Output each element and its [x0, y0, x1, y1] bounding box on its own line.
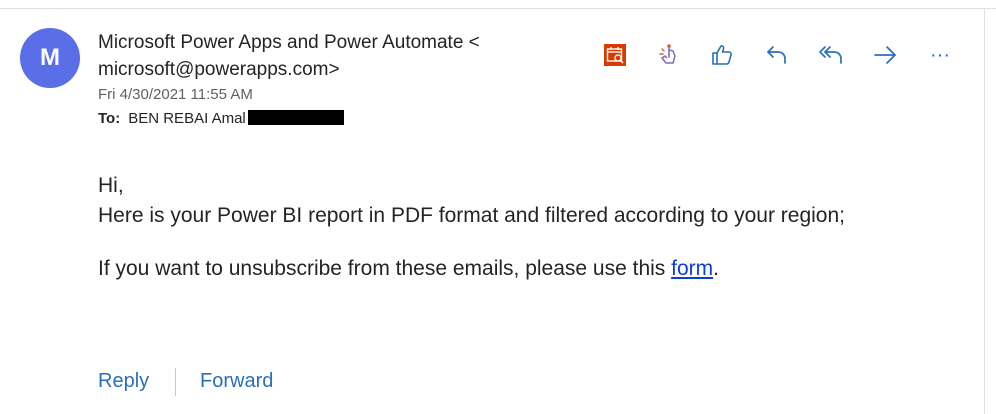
recipient-name[interactable]: BEN REBAI Amal: [128, 110, 246, 127]
recipient-row: To: BEN REBAI Amal: [98, 110, 344, 127]
body-line-report: Here is your Power BI report in PDF form…: [98, 204, 845, 227]
unsubscribe-text: If you want to unsubscribe from these em…: [98, 257, 672, 280]
sender-name[interactable]: Microsoft Power Apps and Power Automate …: [98, 29, 568, 83]
form-link[interactable]: form: [671, 257, 713, 280]
body-greeting: Hi,: [98, 174, 124, 197]
reply-all-icon[interactable]: [817, 40, 845, 70]
like-icon[interactable]: [708, 40, 736, 70]
frame-right-border: [984, 8, 985, 414]
message-date: Fri 4/30/2021 11:55 AM: [98, 86, 253, 103]
forward-icon[interactable]: [871, 40, 899, 70]
redaction-bar: [247, 110, 344, 125]
reply-button[interactable]: Reply: [98, 370, 149, 393]
footer-divider: [175, 368, 176, 396]
unsubscribe-period: .: [713, 257, 719, 280]
forward-button[interactable]: Forward: [200, 370, 273, 393]
touch-icon[interactable]: [655, 40, 683, 70]
more-icon[interactable]: ···: [925, 40, 955, 70]
calendar-search-icon[interactable]: [601, 40, 629, 70]
frame-top-border: [0, 8, 996, 9]
to-label: To:: [98, 110, 121, 127]
body-line-unsubscribe: If you want to unsubscribe from these em…: [98, 257, 719, 281]
avatar: M: [20, 28, 80, 88]
reply-icon[interactable]: [763, 40, 791, 70]
